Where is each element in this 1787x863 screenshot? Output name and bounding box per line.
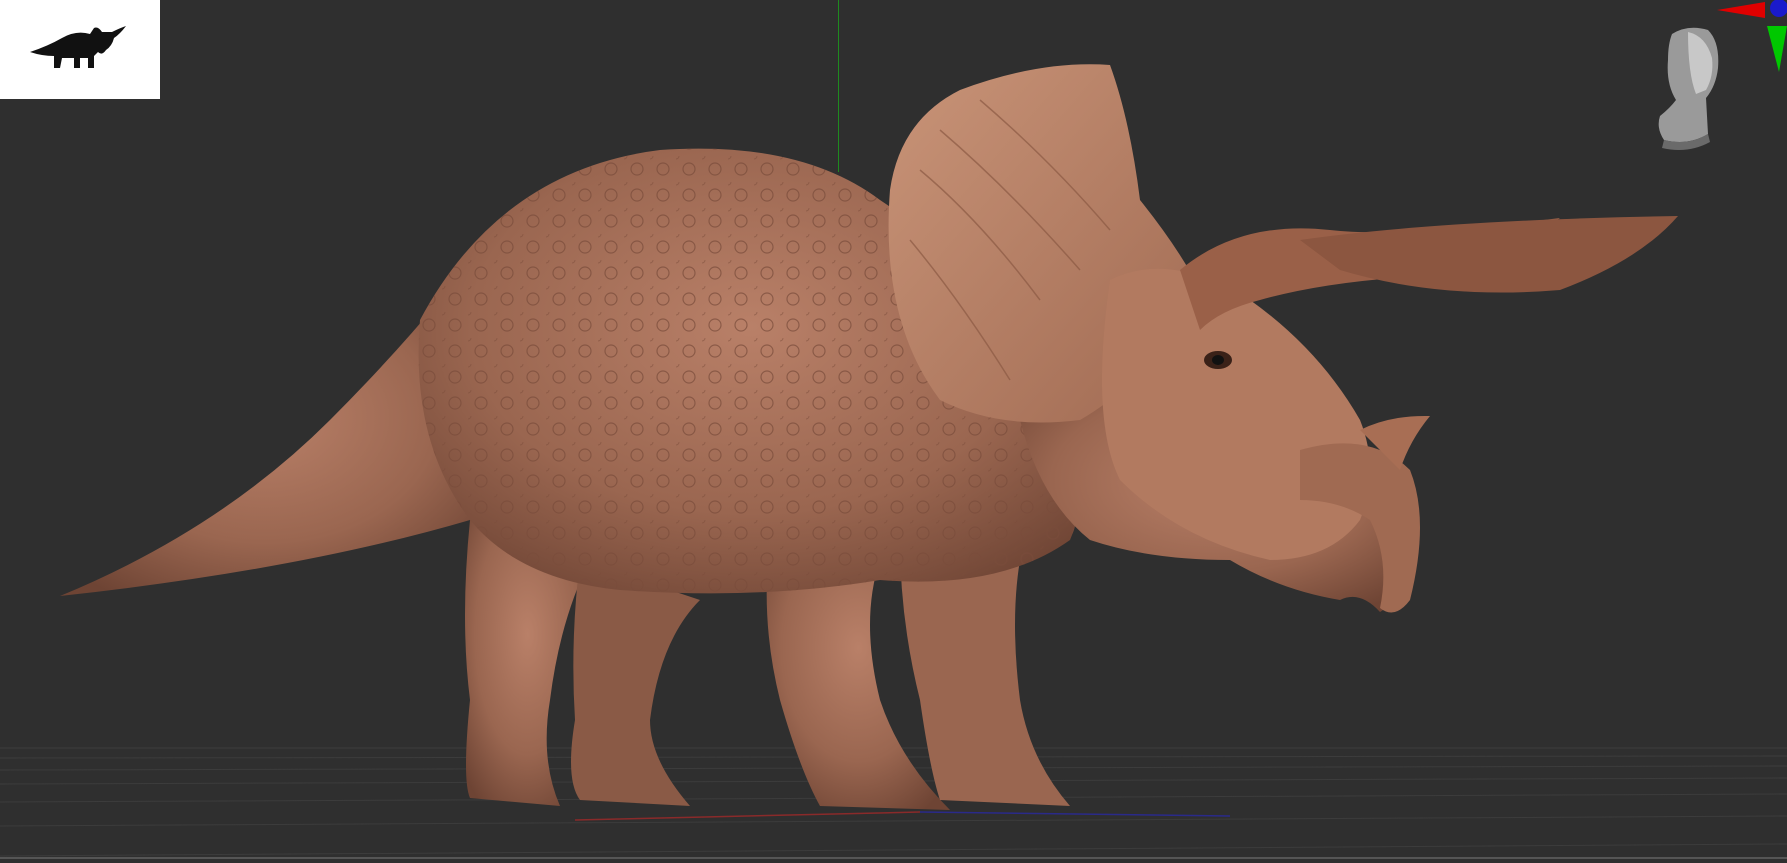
xyz-axis-triad-icon[interactable] <box>1707 0 1787 75</box>
3d-viewport[interactable] <box>0 0 1787 863</box>
triceratops-model[interactable] <box>0 0 1787 863</box>
